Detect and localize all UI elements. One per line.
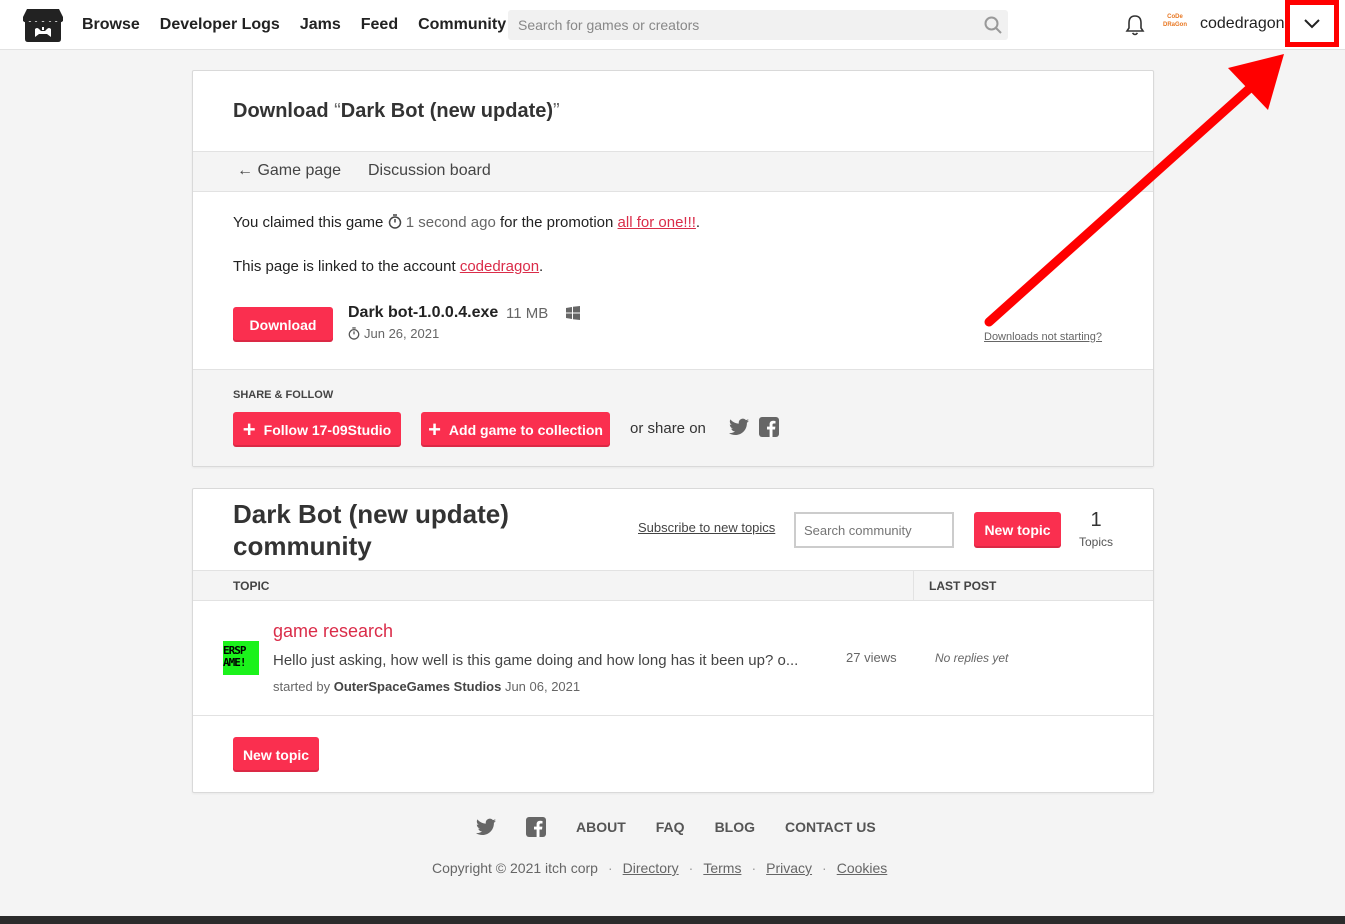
topic-last-post: No replies yet [935, 651, 1009, 665]
topic-title-link[interactable]: game research [273, 621, 393, 642]
new-topic-button[interactable]: New topic [974, 512, 1061, 548]
topic-author[interactable]: OuterSpaceGames Studios [334, 679, 502, 694]
game-name: Dark Bot (new update) [340, 100, 554, 122]
separator: · [822, 860, 827, 876]
linked-account-info: This page is linked to the account coded… [233, 258, 543, 275]
community-panel: Dark Bot (new update) community Subscrib… [192, 488, 1154, 793]
page-title: Download “Dark Bot (new update)” [233, 100, 560, 123]
title-prefix: Download [233, 100, 335, 122]
search-placeholder: Search for games or creators [518, 17, 700, 33]
footer-links: ABOUT FAQ BLOG CONTACT US [476, 816, 906, 838]
claim-info: You claimed this game 1 second ago for t… [233, 214, 700, 231]
nav-feed[interactable]: Feed [361, 16, 398, 34]
nav-jams[interactable]: Jams [300, 16, 341, 34]
avatar[interactable]: CoDe DRaGon [1162, 13, 1188, 37]
footer-privacy[interactable]: Privacy [766, 860, 812, 876]
bell-icon[interactable] [1124, 13, 1146, 37]
separator: · [751, 860, 757, 876]
file-size: 11 MB [506, 305, 549, 322]
claim-suffix: . [695, 214, 701, 231]
topic-meta: started by OuterSpaceGames Studios Jun 0… [273, 679, 580, 694]
topic-count-label: Topics [1078, 535, 1113, 549]
nav-community[interactable]: Community [418, 16, 506, 34]
footer-directory[interactable]: Directory [623, 860, 679, 876]
download-panel: Download “Dark Bot (new update)” ← Game … [192, 70, 1154, 467]
footer-blog[interactable]: BLOG [715, 819, 755, 835]
linked-prefix: This page is linked to the account [233, 258, 460, 275]
separator: · [607, 860, 613, 876]
main-nav: Browse Developer Logs Jams Feed Communit… [82, 0, 506, 50]
downloads-not-starting-link[interactable]: Downloads not starting? [984, 331, 1102, 343]
footer-about[interactable]: ABOUT [576, 819, 626, 835]
game-page-link[interactable]: ← Game page [237, 162, 341, 180]
file-name: Dark bot-1.0.0.4.exe [348, 304, 499, 321]
facebook-icon[interactable] [526, 817, 546, 837]
title-quote-open: “ [334, 100, 341, 122]
topic-date: Jun 06, 2021 [501, 679, 581, 694]
twitter-icon[interactable] [729, 418, 749, 436]
column-divider [913, 571, 914, 600]
plus-icon: + [428, 416, 441, 442]
new-topic-bottom-button[interactable]: New topic [233, 737, 319, 772]
footer-copyright: Copyright © 2021 itch corp · Directory ·… [432, 860, 887, 876]
footer-cookies[interactable]: Cookies [837, 860, 888, 876]
footer-contact[interactable]: CONTACT US [785, 819, 876, 835]
avatar-line: AME! [223, 656, 247, 669]
nav-developer-logs[interactable]: Developer Logs [160, 16, 280, 34]
chevron-down-icon [1304, 18, 1320, 28]
or-share-label: or share on [630, 420, 706, 437]
title-quote-close: ” [553, 100, 560, 122]
top-header: Browse Developer Logs Jams Feed Communit… [0, 0, 1345, 50]
facebook-icon[interactable] [759, 417, 779, 437]
topic-views: 27 views [846, 650, 897, 665]
nav-browse[interactable]: Browse [82, 16, 140, 34]
promotion-link[interactable]: all for one!!! [618, 214, 696, 231]
share-label: SHARE & FOLLOW [233, 389, 334, 401]
column-topic: TOPIC [233, 579, 270, 593]
search-icon[interactable] [978, 10, 1008, 40]
claim-prefix: You claimed this game [233, 214, 388, 231]
download-button[interactable]: Download [233, 307, 333, 342]
bottom-bar [0, 916, 1345, 924]
file-date-text: Jun 26, 2021 [364, 326, 440, 341]
footer-faq[interactable]: FAQ [656, 819, 685, 835]
linked-suffix: . [539, 258, 544, 275]
table-row: ERSP AME! game research Hello just askin… [193, 601, 1153, 716]
plus-icon: + [242, 416, 256, 442]
topic-count: 1 [1090, 509, 1102, 531]
page-subnav: ← Game page Discussion board [193, 151, 1153, 192]
stopwatch-icon [348, 327, 360, 340]
started-by-label: started by [273, 679, 334, 694]
subscribe-link[interactable]: Subscribe to new topics [638, 520, 775, 535]
follow-button[interactable]: + Follow 17-09Studio [233, 412, 401, 447]
follow-label: Follow 17-09Studio [263, 421, 392, 438]
itch-logo-icon[interactable] [23, 7, 63, 43]
collection-label: Add game to collection [448, 421, 603, 438]
column-last-post: LAST POST [929, 579, 997, 593]
user-menu-dropdown-button[interactable] [1285, 0, 1339, 47]
copyright-text: Copyright © 2021 itch corp [432, 860, 598, 876]
share-follow-section: SHARE & FOLLOW + Follow 17-09Studio + Add … [193, 369, 1153, 466]
footer-terms[interactable]: Terms [703, 860, 741, 876]
discussion-board-link[interactable]: Discussion board [368, 162, 491, 180]
claim-time: 1 second ago [405, 214, 496, 231]
username[interactable]: codedragon [1200, 15, 1285, 33]
file-date: Jun 26, 2021 [348, 326, 439, 341]
separator: · [688, 860, 694, 876]
windows-icon [566, 306, 580, 320]
add-to-collection-button[interactable]: + Add game to collection [421, 412, 610, 447]
twitter-icon[interactable] [476, 817, 496, 837]
claim-middle: for the promotion [495, 214, 618, 231]
topic-preview: Hello just asking, how well is this game… [273, 652, 799, 669]
topics-table-header: TOPIC LAST POST [193, 570, 1153, 601]
account-link[interactable]: codedragon [460, 258, 539, 275]
stopwatch-icon [388, 214, 401, 229]
community-search-input[interactable] [794, 512, 954, 548]
community-title: Dark Bot (new update) community [233, 499, 509, 561]
search-input[interactable]: Search for games or creators [508, 10, 1008, 40]
topic-author-avatar[interactable]: ERSP AME! [223, 641, 259, 675]
